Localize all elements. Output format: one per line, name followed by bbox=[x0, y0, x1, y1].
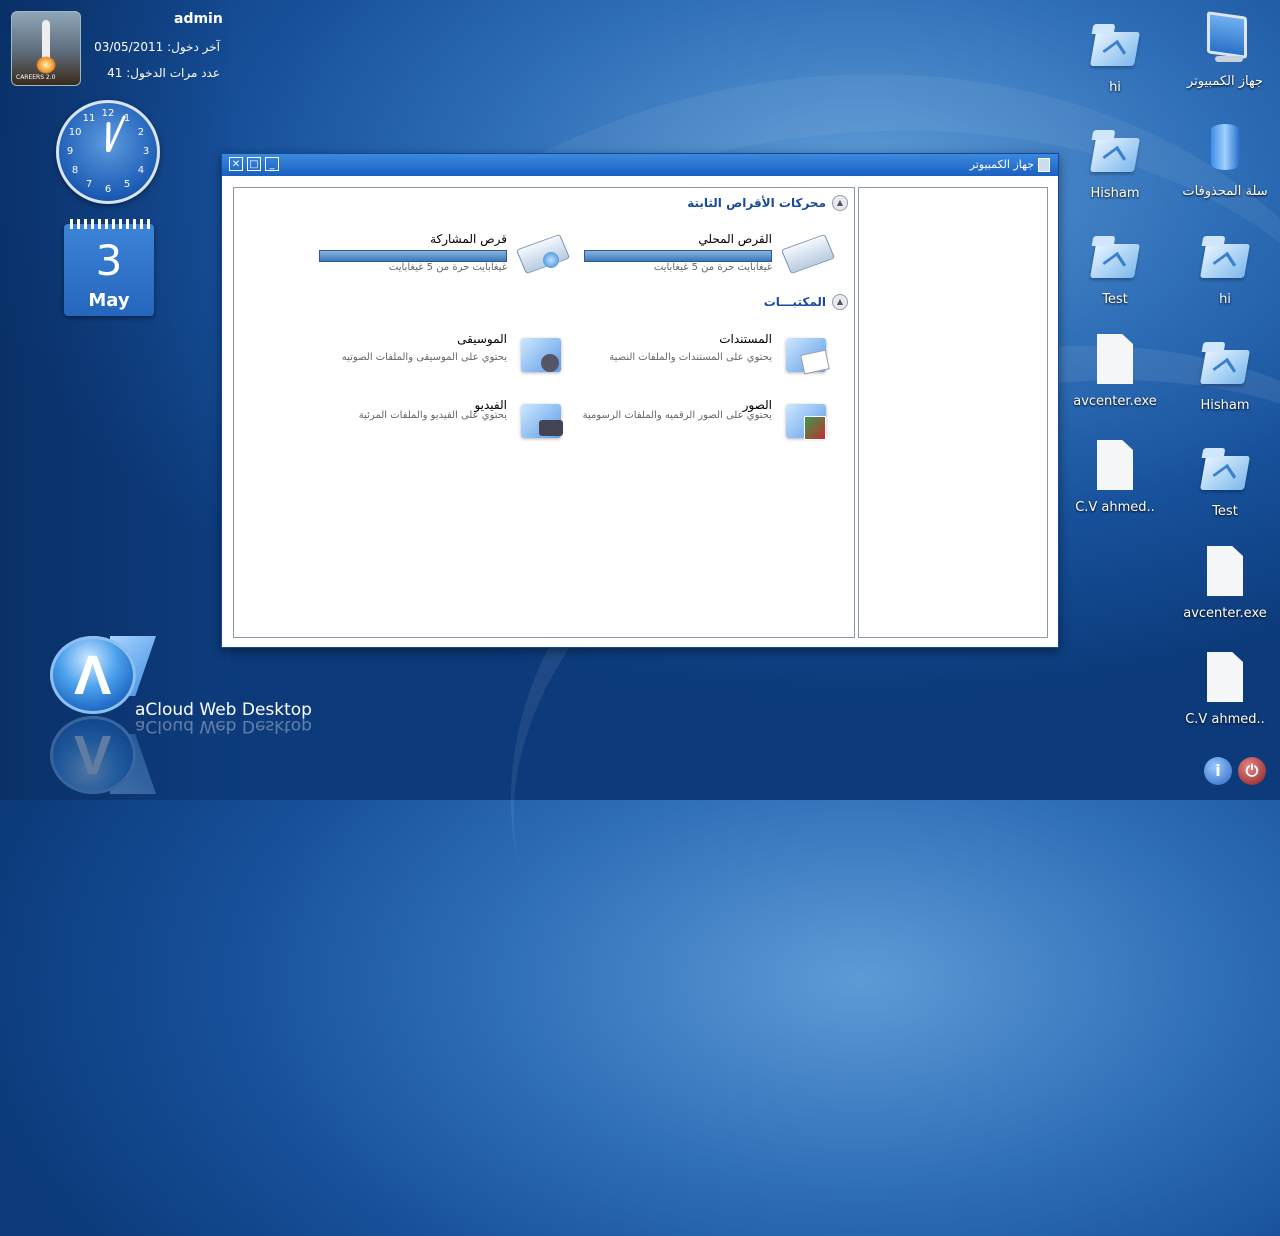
computer-icon bbox=[1197, 11, 1253, 68]
hard-drive-icon bbox=[780, 230, 836, 282]
clock-numeral: 1 bbox=[123, 113, 131, 125]
library-pictures[interactable]: الصور يحتوي على الصور الرقميه والملفات ا… bbox=[574, 396, 834, 456]
desktop-icon-folder[interactable]: hi bbox=[1060, 18, 1170, 95]
collapse-libraries-button[interactable]: ▲ bbox=[832, 294, 848, 310]
folder-icon bbox=[1197, 442, 1253, 498]
folder-icon bbox=[1197, 336, 1253, 392]
calendar-widget: 3 May bbox=[64, 219, 154, 316]
video-folder-icon bbox=[517, 396, 569, 448]
file-icon bbox=[1087, 332, 1143, 388]
folder-icon bbox=[1087, 18, 1143, 74]
clock-numeral: 10 bbox=[68, 127, 82, 138]
clock-numeral: 8 bbox=[71, 165, 79, 176]
clock-numeral: 9 bbox=[66, 146, 74, 157]
clock-numeral: 4 bbox=[137, 165, 145, 176]
clock-numeral: 2 bbox=[137, 127, 145, 138]
close-button[interactable]: ✕ bbox=[229, 157, 243, 171]
calendar-month: May bbox=[88, 290, 130, 311]
brand-name-reflection: aCloud Web Desktop bbox=[135, 716, 312, 736]
power-button[interactable]: ⏻ bbox=[1238, 757, 1266, 785]
folder-icon bbox=[1087, 124, 1143, 180]
desktop-icon-computer[interactable]: جهاز الكمبيوتر bbox=[1170, 11, 1280, 89]
details-pane bbox=[858, 187, 1048, 638]
clock-widget: 12 1 2 3 4 5 6 7 8 9 10 11 bbox=[56, 100, 160, 204]
minimize-button[interactable]: _ bbox=[265, 157, 279, 171]
last-login: آخر دخول: 03/05/2011 bbox=[94, 40, 220, 54]
username: admin bbox=[174, 11, 223, 27]
section-libraries: المكتبـــات bbox=[763, 295, 826, 309]
desktop-icon-file[interactable]: avcenter.exe bbox=[1060, 332, 1170, 409]
window-titlebar[interactable]: ✕ □ _ جهاز الكمبيوتر bbox=[222, 154, 1058, 176]
avatar[interactable]: CAREERS 2.0 bbox=[11, 11, 81, 86]
library-music[interactable]: الموسيقى يحتوي على الموسيقى والملفات الص… bbox=[309, 330, 569, 390]
folder-icon bbox=[1197, 230, 1253, 286]
calendar-day: 3 bbox=[95, 236, 123, 285]
pictures-folder-icon bbox=[782, 396, 834, 448]
file-icon bbox=[1197, 650, 1253, 706]
drive-shared[interactable]: قرص المشاركة غيغابايت حرة من 5 غيغابايت bbox=[309, 230, 571, 290]
folder-icon bbox=[1087, 230, 1143, 286]
clock-numeral: 12 bbox=[101, 108, 115, 119]
computer-icon bbox=[1038, 158, 1050, 172]
collapse-drives-button[interactable]: ▲ bbox=[832, 195, 848, 211]
content-pane: ▲ محركات الأقراص الثابتة القرص المحلي غي… bbox=[233, 187, 855, 638]
desktop-icon-file[interactable]: C.V ahmed.. bbox=[1170, 650, 1280, 727]
music-folder-icon bbox=[517, 330, 569, 382]
clock-numeral: 11 bbox=[82, 113, 96, 125]
clock-numeral: 3 bbox=[142, 146, 150, 157]
info-button[interactable]: i bbox=[1204, 757, 1232, 785]
desktop-icon-folder[interactable]: Test bbox=[1170, 442, 1280, 519]
desktop-icon-folder[interactable]: Test bbox=[1060, 230, 1170, 307]
section-drives: محركات الأقراص الثابتة bbox=[687, 196, 826, 210]
desktop-icon-recycle-bin[interactable]: سلة المحذوفات bbox=[1170, 122, 1280, 199]
desktop-icon-folder[interactable]: Hisham bbox=[1170, 336, 1280, 413]
clock-numeral: 5 bbox=[123, 178, 131, 190]
drive-usage-bar bbox=[584, 250, 772, 262]
library-video[interactable]: الفيديو يحتوي على الفيديو والملفات المرئ… bbox=[309, 396, 569, 456]
recycle-bin-icon bbox=[1197, 122, 1253, 178]
login-count: عدد مرات الدخول: 41 bbox=[107, 66, 220, 80]
clock-numeral: 6 bbox=[104, 184, 112, 195]
network-drive-icon bbox=[515, 230, 571, 282]
drive-local[interactable]: القرص المحلي غيغابايت حرة من 5 غيغابايت bbox=[574, 230, 836, 290]
desktop-icon-folder[interactable]: Hisham bbox=[1060, 124, 1170, 201]
desktop-icon-file[interactable]: avcenter.exe bbox=[1170, 544, 1280, 621]
documents-folder-icon bbox=[782, 330, 834, 382]
window-title: جهاز الكمبيوتر bbox=[969, 158, 1034, 171]
library-documents[interactable]: المستندات يحتوي على المستندات والملفات ا… bbox=[574, 330, 834, 390]
file-icon bbox=[1087, 438, 1143, 494]
desktop-icon-file[interactable]: C.V ahmed.. bbox=[1060, 438, 1170, 515]
maximize-button[interactable]: □ bbox=[247, 157, 261, 171]
drive-usage-bar bbox=[319, 250, 507, 262]
desktop-icon-folder[interactable]: hi bbox=[1170, 230, 1280, 307]
computer-window: ✕ □ _ جهاز الكمبيوتر ▲ محركات الأقراص ال… bbox=[221, 153, 1059, 648]
file-icon bbox=[1197, 544, 1253, 600]
clock-numeral: 7 bbox=[85, 178, 93, 190]
